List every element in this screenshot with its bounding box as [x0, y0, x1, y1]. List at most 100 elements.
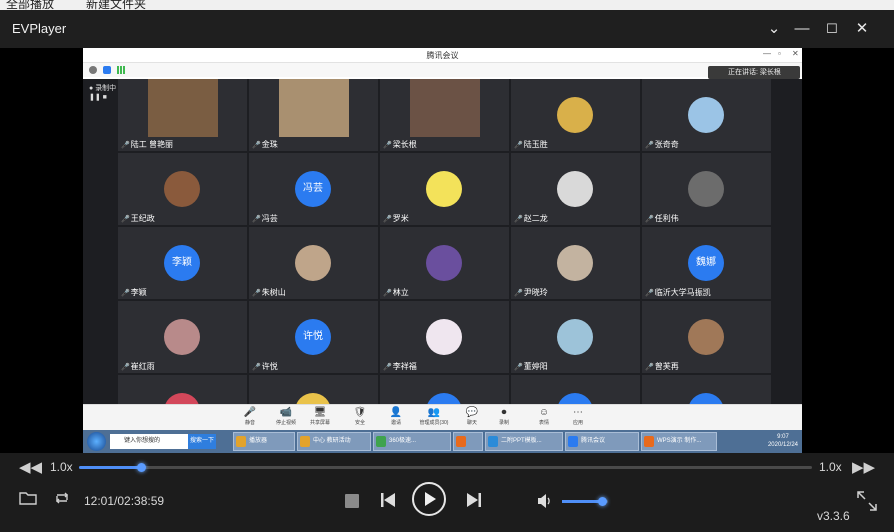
next-icon[interactable] [466, 491, 482, 509]
participant-name: 🎤任利伟 [645, 213, 679, 224]
participant-avatar [148, 79, 218, 137]
previous-icon[interactable] [380, 491, 396, 509]
video-area[interactable]: ‹ › 腾讯会议 — ▫ ✕ 正在讲话: 梁长根 ● 录制中 ❚❚ ■ 🎤陆工 … [0, 48, 894, 453]
progress-bar[interactable] [79, 466, 812, 469]
stop-icon[interactable] [345, 494, 359, 508]
participant-avatar: 李颖 [164, 245, 200, 281]
participant-tile[interactable]: 🎤李祥福 [380, 301, 509, 373]
taskbar-clock[interactable]: 9:07 2020/12/24 [768, 433, 798, 449]
participant-tile[interactable]: 许悦 🎤许悦 [249, 301, 378, 373]
participant-tile[interactable]: 🎤王纪政 [118, 153, 247, 225]
participant-tile[interactable]: 🎤梁长根 [380, 79, 509, 151]
participant-tile[interactable]: 🎤罗米 [380, 153, 509, 225]
participant-name-text: 冯芸 [261, 214, 278, 223]
toolbar-members-button[interactable]: 👥 管理成员(30) [419, 407, 449, 431]
participant-name-text: 李祥福 [392, 362, 417, 371]
microphone-icon: 🎤 [514, 364, 523, 371]
background-menu-new-folder[interactable]: 新建文件夹 [86, 0, 146, 10]
info-icon[interactable] [89, 66, 97, 74]
speed-left[interactable]: 1.0x [50, 460, 73, 474]
meeting-minimize-icon[interactable]: — [763, 49, 771, 58]
chevron-down-icon[interactable]: ⌄ [764, 19, 784, 39]
participant-tile[interactable]: 🎤崔红雨 [118, 301, 247, 373]
close-icon[interactable]: ✕ [852, 19, 872, 39]
microphone-icon: 🎤 [121, 364, 130, 371]
taskbar-item[interactable] [453, 432, 483, 451]
participant-avatar: 冯芸 [295, 171, 331, 207]
participant-tile[interactable]: 🎤任利伟 [642, 153, 771, 225]
speed-right[interactable]: 1.0x [819, 460, 842, 474]
participant-avatar [426, 319, 462, 355]
participant-name-text: 许悦 [261, 362, 278, 371]
app-icon [644, 436, 654, 447]
participant-tile[interactable]: 🎤赵二龙 [511, 153, 640, 225]
background-window-strip: 全部播放 新建文件夹 [0, 0, 894, 10]
toolbar-label: 管理成员(30) [419, 420, 449, 426]
toolbar-microphone-button[interactable]: 🎤 静音 [235, 407, 265, 431]
play-button[interactable] [412, 482, 446, 516]
meeting-screen: 腾讯会议 — ▫ ✕ 正在讲话: 梁长根 ● 录制中 ❚❚ ■ 🎤陆工 曾艳丽 🎤… [83, 48, 802, 453]
participant-tile[interactable]: 🎤曾芙再 [642, 301, 771, 373]
toolbar-camera-button[interactable]: 📹 停止视频 [271, 407, 301, 431]
taskbar-item[interactable]: WPS演示 制作... [641, 432, 717, 451]
folder-icon[interactable] [19, 491, 37, 505]
start-button-icon[interactable] [87, 432, 106, 451]
toolbar-record-button[interactable]: ⏺ 录制 [489, 407, 519, 431]
participant-tile[interactable]: 🎤林立 [380, 227, 509, 299]
participant-name: 🎤张奇奇 [645, 139, 679, 150]
maximize-icon[interactable]: ☐ [822, 19, 842, 39]
shield-icon[interactable] [103, 66, 111, 74]
app-icon [376, 436, 386, 447]
participant-tile[interactable]: 🎤张奇奇 [642, 79, 771, 151]
participant-tile[interactable]: 🎤尹晓玲 [511, 227, 640, 299]
meeting-maximize-icon[interactable]: ▫ [778, 49, 781, 58]
toolbar-emoji-button[interactable]: ☺ 表情 [529, 407, 559, 431]
taskbar-search-button[interactable]: 搜索一下 [188, 434, 216, 449]
toolbar-shield-button[interactable]: 🛡 安全 [345, 407, 375, 431]
toolbar-invite-button[interactable]: 👤 邀请 [381, 407, 411, 431]
participant-name: 🎤王纪政 [121, 213, 155, 224]
fast-forward-icon[interactable]: ▶▶ [852, 458, 875, 476]
toolbar-chat-button[interactable]: 💬 聊天 [457, 407, 487, 431]
taskbar-item[interactable]: 360极速... [373, 432, 451, 451]
loop-icon[interactable] [53, 491, 71, 505]
volume-icon[interactable] [537, 493, 553, 509]
participant-tile[interactable]: 魏娜 🎤临沂大学马振凯 [642, 227, 771, 299]
participant-tile[interactable]: 🎤陆工 曾艳丽 [118, 79, 247, 151]
toolbar-share-screen-button[interactable]: 🖥 共享屏幕 [305, 407, 335, 431]
taskbar-item[interactable]: 播放器 [233, 432, 295, 451]
rewind-icon[interactable]: ◀◀ [19, 458, 42, 476]
taskbar-item[interactable]: 中心 教研活动 [297, 432, 371, 451]
title-bar: EVPlayer ⌄ — ☐ ✕ [0, 10, 894, 48]
participant-name-text: 崔红雨 [130, 362, 155, 371]
background-menu-play-all[interactable]: 全部播放 [6, 0, 54, 10]
toolbar-label: 应用 [572, 420, 583, 426]
emoji-icon: ☺ [538, 407, 550, 418]
progress-handle[interactable] [137, 463, 147, 472]
taskbar-item[interactable]: 二附PPT模板... [485, 432, 563, 451]
participant-tile[interactable]: 冯芸 🎤冯芸 [249, 153, 378, 225]
microphone-icon: 🎤 [383, 290, 392, 297]
participant-name: 🎤朱树山 [252, 287, 286, 298]
participant-name: 🎤董婷阳 [514, 361, 548, 372]
fullscreen-icon[interactable] [856, 490, 878, 512]
app-icon [488, 436, 498, 447]
microphone-icon: 🎤 [514, 290, 523, 297]
participant-tile[interactable]: 🎤陆玉胜 [511, 79, 640, 151]
participant-tile[interactable]: 李颖 🎤李颖 [118, 227, 247, 299]
progress-fill [79, 466, 142, 469]
toolbar-more-button[interactable]: ⋯ 应用 [563, 407, 593, 431]
participant-avatar [688, 97, 724, 133]
participant-tile[interactable]: 🎤朱树山 [249, 227, 378, 299]
taskbar-item[interactable]: 腾讯会议 [565, 432, 639, 451]
app-icon [300, 436, 310, 447]
taskbar-item-label: 播放器 [249, 438, 268, 444]
participant-tile[interactable]: 🎤董婷阳 [511, 301, 640, 373]
minimize-icon[interactable]: — [792, 19, 812, 39]
meeting-close-icon[interactable]: ✕ [792, 49, 799, 58]
participant-name-text: 罗米 [392, 214, 409, 223]
volume-handle[interactable] [598, 497, 608, 506]
participant-tile[interactable]: 🎤金珠 [249, 79, 378, 151]
taskbar-search-input[interactable]: 键入你想搜的 [110, 434, 188, 449]
microphone-icon: 🎤 [252, 364, 261, 371]
